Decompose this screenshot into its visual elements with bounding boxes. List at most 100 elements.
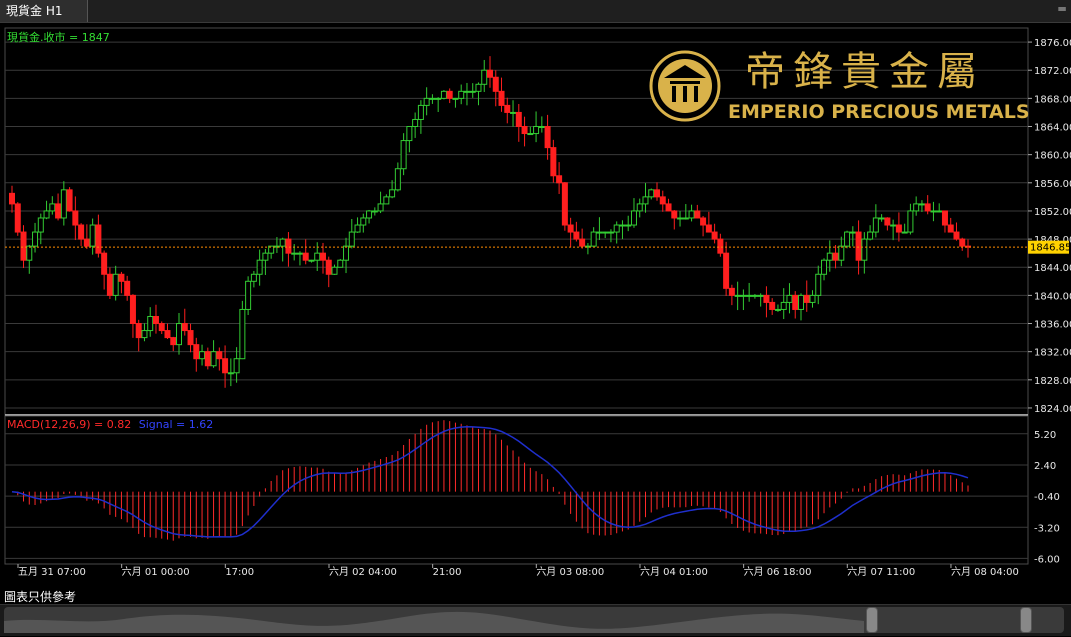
candle-body <box>849 231 856 234</box>
y-tick-label: 1836.00 <box>1034 320 1071 331</box>
macd-header: MACD(12,26,9) = 0.82 Signal = 1.62 <box>7 418 213 431</box>
candle-body <box>239 308 246 360</box>
candle-body <box>377 203 384 212</box>
candle-body <box>354 224 361 233</box>
candle-body <box>394 168 401 191</box>
y-tick-label: 1860.00 <box>1034 151 1071 162</box>
chart-area[interactable]: 1876.00 1872.00 1868.00 1864.00 1860.00 1856.… <box>0 23 1071 590</box>
candle-body <box>682 217 689 220</box>
candle-body <box>366 210 373 219</box>
candle-body <box>533 126 540 135</box>
candle-body <box>348 231 355 247</box>
window-menu-icon[interactable]: ═ <box>1055 2 1069 16</box>
candle-body <box>37 217 44 233</box>
candle-body <box>797 294 804 310</box>
candle-body <box>60 189 67 219</box>
candle-body <box>227 372 234 375</box>
candle-body <box>521 126 528 135</box>
candle-body <box>423 97 430 106</box>
chart-svg[interactable]: 1876.00 1872.00 1868.00 1864.00 1860.00 1856.… <box>0 23 1071 590</box>
candle-body <box>590 231 597 247</box>
candle-body <box>757 294 764 297</box>
y-tick-label: 1828.00 <box>1034 376 1071 387</box>
candle-body <box>429 97 436 100</box>
candle-body <box>838 245 845 261</box>
logo-pillar-right <box>694 86 698 102</box>
candle-body <box>440 90 447 99</box>
candle-body <box>452 97 459 100</box>
candle-body <box>158 323 165 332</box>
candle-body <box>579 238 586 247</box>
candle-body <box>124 280 131 296</box>
candle-body <box>435 97 442 100</box>
candle-body <box>803 294 810 303</box>
candle-body <box>325 259 332 275</box>
y-tick-label: 1824.00 <box>1034 404 1071 415</box>
candle-body <box>792 294 799 310</box>
candle-body <box>844 231 851 247</box>
x-tick-label: 21:00 <box>433 567 462 578</box>
candle-body <box>734 294 741 297</box>
candle-body <box>515 111 522 128</box>
candle-body <box>417 104 424 120</box>
candle-body <box>481 69 488 85</box>
candle-body <box>654 189 661 198</box>
candle-body <box>907 210 914 233</box>
candle-body <box>769 301 776 310</box>
logo-pillar-left <box>672 86 676 102</box>
candle-body <box>176 323 183 346</box>
candle-body <box>924 203 931 212</box>
candle-body <box>55 203 62 219</box>
candle-body <box>504 104 511 113</box>
candle-body <box>705 224 712 233</box>
candle-body <box>665 203 672 212</box>
candle-body <box>763 294 770 303</box>
candle-body <box>947 224 954 233</box>
scroll-handle-right[interactable] <box>1020 607 1032 633</box>
candle-body <box>446 90 453 99</box>
macd-value-label: MACD(12,26,9) = 0.82 <box>7 418 131 431</box>
signal-value-label: Signal = 1.62 <box>139 418 214 431</box>
candle-body <box>723 252 730 289</box>
candle-body <box>9 192 15 205</box>
scroll-track[interactable] <box>4 607 1064 633</box>
candle-body <box>498 90 505 106</box>
candle-body <box>106 273 113 296</box>
y-tick-label: 1844.00 <box>1034 263 1071 274</box>
candle-body <box>129 294 136 325</box>
candle-body <box>717 238 724 254</box>
candle-body <box>815 273 822 296</box>
current-price-label: 1846.85 <box>1030 243 1071 254</box>
candle-body <box>953 231 960 240</box>
candle-body <box>89 224 96 247</box>
navigator-scrollbar[interactable] <box>0 604 1071 636</box>
candle-body <box>556 175 563 184</box>
candle-body <box>671 210 678 219</box>
candle-body <box>901 231 908 234</box>
candle-body <box>774 308 781 311</box>
candle-body <box>890 224 897 227</box>
candle-body <box>809 294 816 303</box>
candle-body <box>49 203 56 212</box>
candle-body <box>95 224 102 254</box>
tab-gold-h1[interactable]: 現貨金 H1 <box>0 0 88 22</box>
brand-english: EMPERIO PRECIOUS METALS <box>728 101 1030 123</box>
x-tick-label: 六月 03 08:00 <box>536 566 604 578</box>
candle-body <box>510 111 517 114</box>
candle-body <box>181 323 188 332</box>
candle-body <box>279 238 286 247</box>
x-tick-label: 17:00 <box>225 567 254 578</box>
candle-body <box>262 252 269 261</box>
x-tick-label: 六月 06 18:00 <box>744 566 812 578</box>
candle-body <box>152 315 159 325</box>
candle-body <box>383 196 390 205</box>
candle-body <box>826 252 833 261</box>
candle-body <box>250 273 257 282</box>
y-tick-label: 1868.00 <box>1034 94 1071 105</box>
candle-body <box>291 252 298 255</box>
candle-body <box>538 126 545 129</box>
scroll-handle-left[interactable] <box>866 607 878 633</box>
macd-tick-label: 5.20 <box>1034 430 1056 441</box>
candle-body <box>14 203 21 233</box>
navigator-area <box>4 611 864 633</box>
